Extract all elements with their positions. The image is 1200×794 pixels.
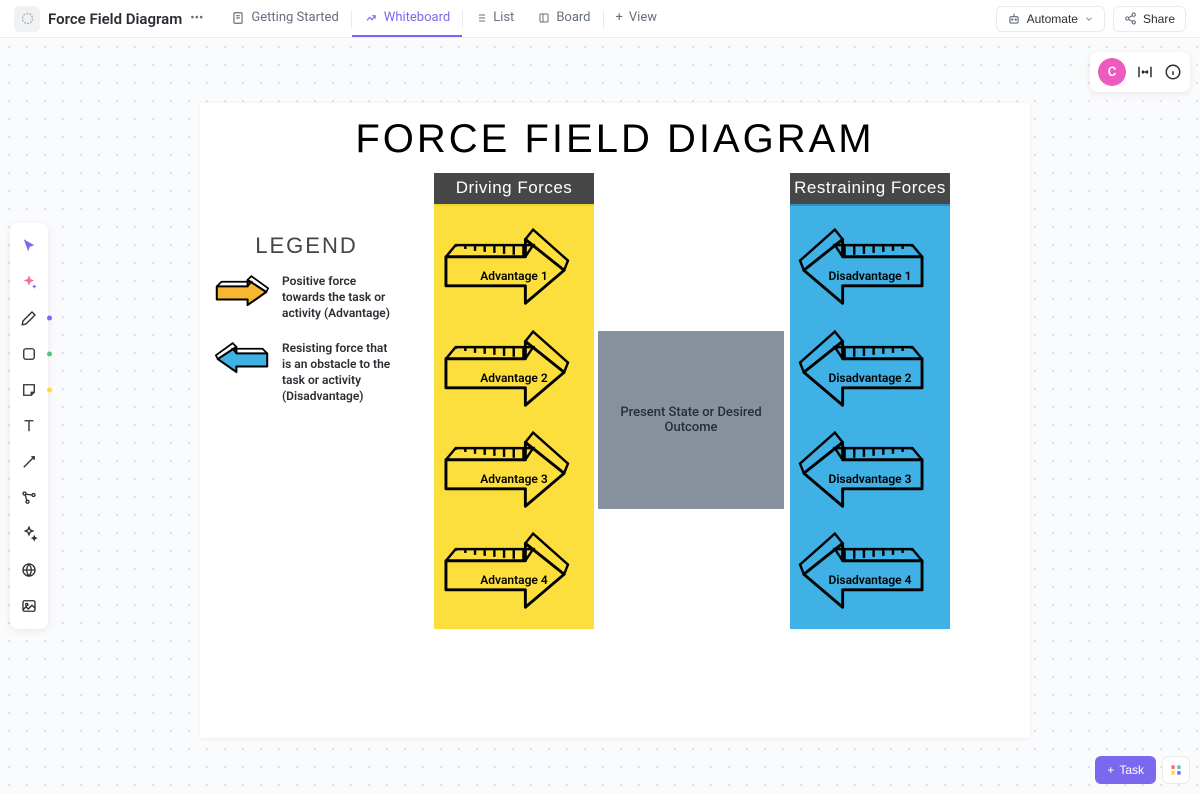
left-toolbar <box>10 223 48 629</box>
task-label: Task <box>1119 763 1144 777</box>
diagram-container[interactable]: FORCE FIELD DIAGRAM LEGEND Positive forc… <box>200 103 1030 738</box>
advantage-label: Advantage 4 <box>438 573 590 587</box>
driving-forces-column: Driving Forces Advantage 1 Advantage 2 A… <box>434 173 594 629</box>
tab-board[interactable]: Board <box>526 0 602 37</box>
tool-select[interactable] <box>10 229 48 263</box>
tabs: Getting Started Whiteboard List Board + … <box>219 0 669 37</box>
legend-item-negative: Resisting force that is an obstacle to t… <box>214 340 399 405</box>
add-task-button[interactable]: + Task <box>1095 756 1156 784</box>
legend-item-positive: Positive force towards the task or activ… <box>214 273 399 322</box>
tab-add-view[interactable]: + View <box>604 0 670 37</box>
square-icon <box>20 345 38 363</box>
tool-pen[interactable] <box>10 301 48 335</box>
tool-text[interactable] <box>10 409 48 443</box>
driving-header: Driving Forces <box>434 173 594 204</box>
app-header: Force Field Diagram ••• Getting Started … <box>0 0 1200 38</box>
driving-body: Advantage 1 Advantage 2 Advantage 3 Adva… <box>434 204 594 629</box>
fit-width-icon[interactable] <box>1136 63 1154 81</box>
document-icon <box>231 11 245 25</box>
apps-button[interactable] <box>1162 756 1190 784</box>
advantage-label: Advantage 3 <box>438 472 590 486</box>
footer-actions: + Task <box>1095 756 1190 784</box>
tab-label: List <box>493 10 514 25</box>
tab-whiteboard[interactable]: Whiteboard <box>352 0 462 37</box>
disadvantage-item[interactable]: Disadvantage 4 <box>794 521 946 615</box>
restraining-header: Restraining Forces <box>790 173 950 204</box>
globe-icon <box>20 561 38 579</box>
disadvantage-label: Disadvantage 2 <box>794 371 946 385</box>
doc-title: Force Field Diagram <box>48 10 182 28</box>
tool-connector[interactable] <box>10 445 48 479</box>
whiteboard-icon <box>364 11 378 25</box>
tool-web[interactable] <box>10 553 48 587</box>
legend: LEGEND Positive force towards the task o… <box>214 233 399 422</box>
arrow-left-blue-icon <box>214 340 270 378</box>
wand-icon <box>20 525 38 543</box>
canvas-area[interactable]: C FORCE FIELD DIAGRAM LEGEND Positive fo… <box>0 38 1200 794</box>
cursor-icon <box>20 237 38 255</box>
advantage-item[interactable]: Advantage 2 <box>438 319 590 413</box>
advantage-label: Advantage 2 <box>438 371 590 385</box>
tool-sticky[interactable] <box>10 373 48 407</box>
legend-negative-text: Resisting force that is an obstacle to t… <box>282 340 399 405</box>
sparkle-icon <box>20 273 38 291</box>
automate-button[interactable]: Automate <box>996 6 1105 32</box>
more-icon[interactable]: ••• <box>190 11 203 26</box>
advantage-item[interactable]: Advantage 4 <box>438 521 590 615</box>
share-label: Share <box>1143 12 1175 26</box>
advantage-item[interactable]: Advantage 3 <box>438 420 590 514</box>
top-controls: C <box>1090 52 1190 92</box>
text-icon <box>20 417 38 435</box>
tab-label: View <box>629 10 657 25</box>
share-icon <box>1124 12 1137 25</box>
tab-label: Board <box>556 10 590 25</box>
disadvantage-item[interactable]: Disadvantage 2 <box>794 319 946 413</box>
header-right: Automate Share <box>996 6 1186 32</box>
center-text: Present State or Desired Outcome <box>610 405 772 435</box>
automate-label: Automate <box>1027 12 1078 26</box>
board-icon <box>538 12 550 24</box>
tab-getting-started[interactable]: Getting Started <box>219 0 350 37</box>
robot-icon <box>1007 12 1021 26</box>
diagram-title: FORCE FIELD DIAGRAM <box>200 103 1030 162</box>
advantage-item[interactable]: Advantage 1 <box>438 217 590 311</box>
plus-icon: + <box>1107 763 1114 777</box>
chevron-down-icon <box>1084 14 1094 24</box>
disadvantage-item[interactable]: Disadvantage 1 <box>794 217 946 311</box>
user-avatar[interactable]: C <box>1098 58 1126 86</box>
disadvantage-label: Disadvantage 1 <box>794 269 946 283</box>
disadvantage-label: Disadvantage 4 <box>794 573 946 587</box>
pen-icon <box>20 309 38 327</box>
tool-shape[interactable] <box>10 337 48 371</box>
diagram-icon <box>20 489 38 507</box>
plus-icon: + <box>616 10 623 25</box>
tab-list[interactable]: List <box>463 0 526 37</box>
apps-icon <box>1169 763 1183 777</box>
tool-diagram[interactable] <box>10 481 48 515</box>
disadvantage-item[interactable]: Disadvantage 3 <box>794 420 946 514</box>
header-left: Force Field Diagram ••• <box>14 6 203 32</box>
tab-label: Getting Started <box>251 10 338 25</box>
advantage-label: Advantage 1 <box>438 269 590 283</box>
legend-title: LEGEND <box>214 233 399 259</box>
share-button[interactable]: Share <box>1113 6 1186 32</box>
restraining-body: Disadvantage 1 Disadvantage 2 Disadvanta… <box>790 204 950 629</box>
legend-positive-text: Positive force towards the task or activ… <box>282 273 399 322</box>
tool-image[interactable] <box>10 589 48 623</box>
list-icon <box>475 12 487 24</box>
sticky-note-icon <box>20 381 38 399</box>
doc-icon <box>14 6 40 32</box>
center-state-box[interactable]: Present State or Desired Outcome <box>598 331 784 509</box>
tab-label: Whiteboard <box>384 10 450 25</box>
tool-sparkle[interactable] <box>10 517 48 551</box>
restraining-forces-column: Restraining Forces Disadvantage 1 Disadv… <box>790 173 950 629</box>
disadvantage-label: Disadvantage 3 <box>794 472 946 486</box>
arrow-right-yellow-icon <box>214 273 270 311</box>
tool-ai[interactable] <box>10 265 48 299</box>
image-icon <box>20 597 38 615</box>
connector-icon <box>20 453 38 471</box>
info-icon[interactable] <box>1164 63 1182 81</box>
